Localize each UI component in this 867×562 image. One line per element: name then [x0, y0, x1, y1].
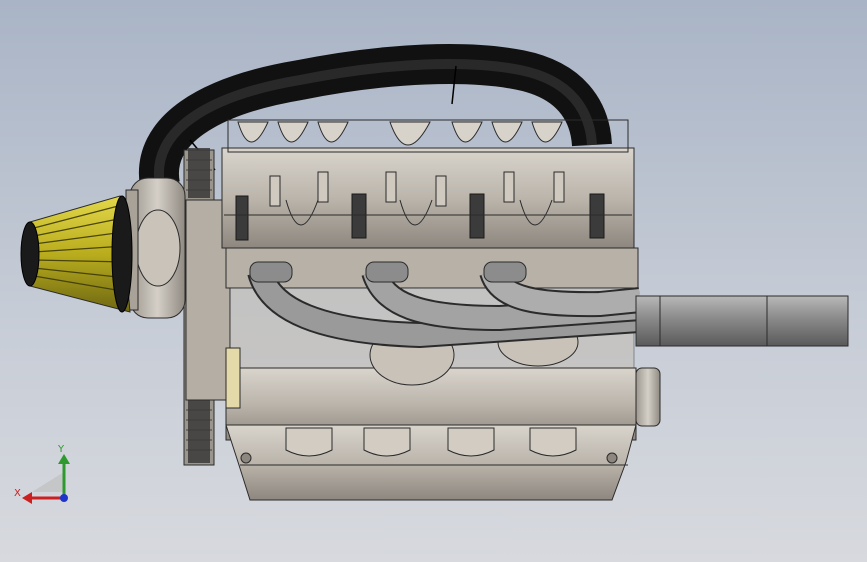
- x-axis-arrowhead: [22, 492, 32, 504]
- turbo-housing[interactable]: [125, 177, 186, 319]
- y-axis-label: Y: [57, 444, 65, 455]
- air-filter[interactable]: [20, 195, 133, 313]
- graphics-viewport[interactable]: Y X: [0, 0, 867, 562]
- z-axis-dot: [60, 494, 68, 502]
- engine-3d-model[interactable]: [0, 0, 867, 562]
- x-axis-label: X: [14, 488, 21, 499]
- y-axis-arrowhead: [58, 454, 70, 464]
- oil-pan[interactable]: [225, 424, 637, 501]
- triad-plane: [32, 472, 64, 492]
- rear-flange[interactable]: [635, 367, 661, 427]
- exhaust-tailpipe[interactable]: [635, 295, 849, 347]
- view-orientation-triad: Y X: [12, 440, 82, 510]
